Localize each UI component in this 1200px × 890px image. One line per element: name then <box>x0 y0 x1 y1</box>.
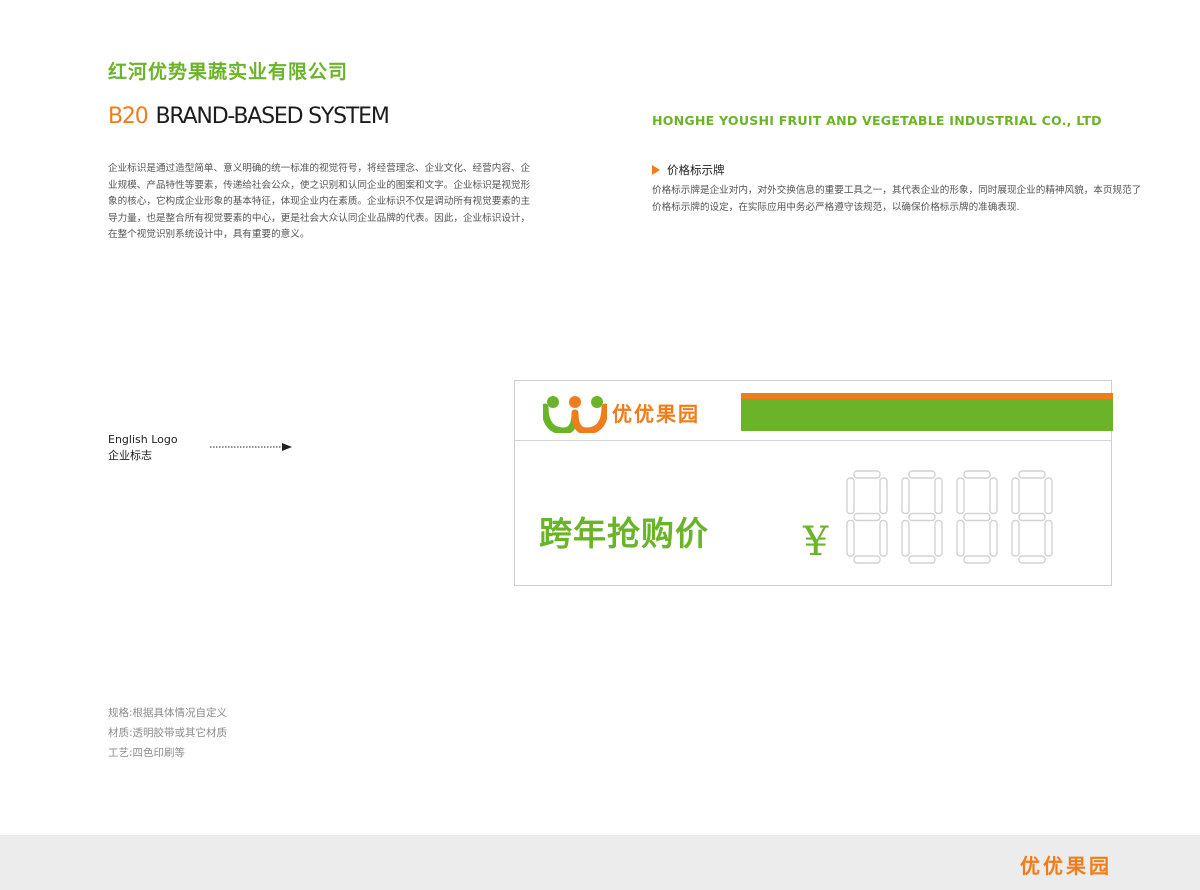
price-sign-header: 优优果园 <box>515 381 1113 441</box>
spec-list: 规格:根据具体情况自定义 材质:透明胶带或其它材质 工艺:四色印刷等 <box>108 703 227 763</box>
page-code: B20 <box>108 104 149 129</box>
brand-system-heading: B20 BRAND-BASED SYSTEM <box>108 104 390 129</box>
intro-paragraph: 企业标识是通过造型简单、意义明确的统一标准的视觉符号，将经营理念、企业文化、经营… <box>108 163 531 240</box>
segment-digit <box>901 470 943 564</box>
price-digits-display <box>846 470 1053 564</box>
spec-process: 工艺:四色印刷等 <box>108 747 186 759</box>
section-title-text: 价格标示牌 <box>667 163 725 177</box>
company-name-cn: 红河优势果蔬实业有限公司 <box>108 61 349 83</box>
system-title: BRAND-BASED SYSTEM <box>155 104 390 129</box>
section-description: 价格标示牌是企业对内，对外交换信息的重要工具之一，其代表企业的形象，同时展现企业… <box>652 185 1142 213</box>
segment-digit <box>956 470 998 564</box>
company-name-en: HONGHE YOUSHI FRUIT AND VEGETABLE INDUST… <box>652 113 1102 128</box>
dotted-arrow-icon <box>210 443 292 451</box>
promo-text: 跨年抢购价 <box>539 514 709 553</box>
segment-digit <box>846 470 888 564</box>
spec-size: 规格:根据具体情况自定义 <box>108 707 228 719</box>
green-band <box>741 399 1113 431</box>
footer-logo: 优优果园 <box>1020 854 1112 878</box>
currency-symbol: ¥ <box>803 519 829 565</box>
logo-label-en: English Logo <box>108 433 178 446</box>
brand-logo-icon <box>543 396 607 433</box>
segment-digit <box>1011 470 1053 564</box>
spec-material: 材质:透明胶带或其它材质 <box>108 727 228 739</box>
logo-label: English Logo 企业标志 <box>108 432 178 464</box>
section-title: 价格标示牌 <box>652 162 725 178</box>
price-sign: 优优果园 跨年抢购价 ¥ <box>514 380 1113 586</box>
brand-logo-text: 优优果园 <box>612 402 700 426</box>
triangle-bullet-icon <box>652 165 660 175</box>
logo-label-cn: 企业标志 <box>108 449 152 462</box>
